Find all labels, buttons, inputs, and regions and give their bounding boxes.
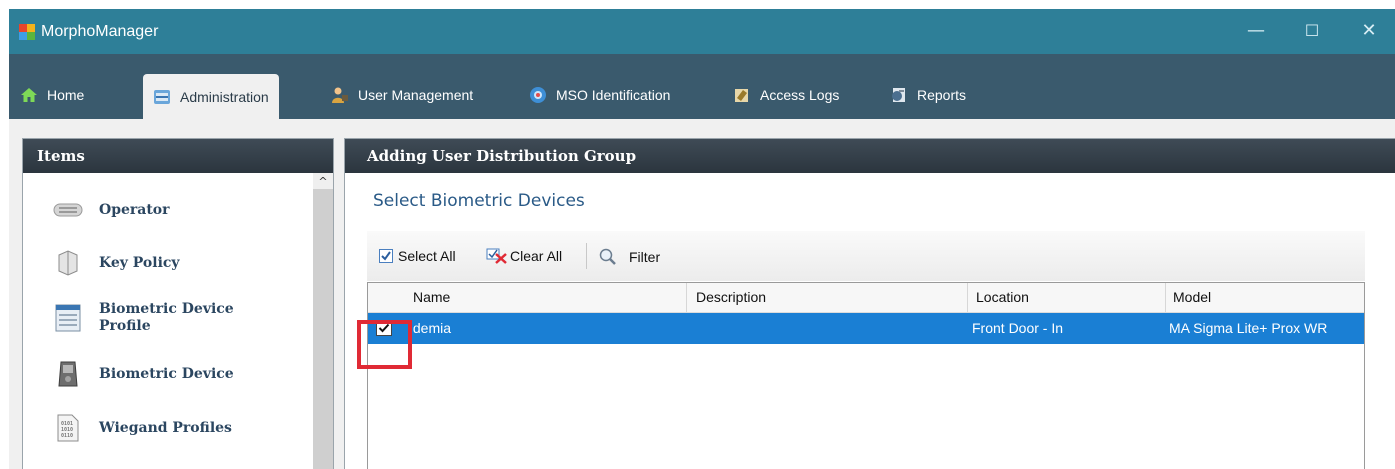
clear-all-label: Clear All [510, 248, 563, 264]
list-item-biometric-device-profile-label: Biometric Device Profile [99, 301, 234, 334]
list-item-operator-label: Operator [99, 202, 170, 218]
title-bar: MorphoManager — ☐ ✕ [9, 9, 1395, 54]
grid-header: Name Description Location Model [368, 283, 1364, 313]
scroll-up-button[interactable]: ^ [313, 173, 333, 189]
home-icon [21, 88, 37, 102]
tab-access-logs[interactable]: Access Logs [733, 80, 839, 110]
tab-user-management[interactable]: User Management [331, 80, 473, 110]
cell-location: Front Door - In [972, 320, 1064, 336]
list-item-biometric-device-label: Biometric Device [99, 366, 234, 382]
tab-administration[interactable]: Administration [143, 74, 279, 119]
column-header-description[interactable]: Description [692, 283, 766, 312]
tab-reports-label: Reports [917, 87, 967, 103]
cell-model: MA Sigma Lite+ Prox WR [1169, 320, 1328, 336]
main-tab-bar: Home Administration User Management MSO … [9, 54, 1395, 119]
adding-group-header: Adding User Distribution Group [345, 139, 1395, 173]
toolbar-divider [586, 243, 587, 269]
select-all-button[interactable]: Select All [379, 248, 456, 264]
list-item-wiegand-profiles[interactable]: 0101 1010 0110 Wiegand Profiles [53, 413, 232, 443]
biometric-device-profile-icon [55, 304, 81, 332]
clear-all-button[interactable]: Clear All [486, 248, 562, 264]
filter-button[interactable]: Filter [599, 248, 660, 266]
tab-user-management-label: User Management [358, 87, 474, 103]
items-panel-header: Items [23, 139, 333, 173]
cell-name: Idemia [409, 320, 452, 336]
mso-identification-icon [530, 87, 546, 103]
close-button[interactable]: ✕ [1349, 17, 1389, 47]
device-toolbar: Select All Clear All Filter [367, 231, 1365, 281]
tab-home[interactable]: Home [20, 80, 84, 110]
key-policy-icon [58, 250, 78, 276]
search-icon [599, 248, 616, 265]
column-divider [1165, 283, 1166, 312]
list-item-biometric-device-profile[interactable]: Biometric Device Profile [53, 301, 234, 335]
select-all-label: Select All [398, 248, 456, 264]
highlight-annotation-box [357, 320, 412, 369]
list-item-key-policy-label: Key Policy [99, 255, 180, 271]
column-header-model[interactable]: Model [1169, 283, 1211, 312]
filter-label: Filter [629, 249, 661, 265]
list-item-operator[interactable]: Operator [53, 195, 170, 225]
items-scrollbar[interactable]: ^ [313, 173, 333, 469]
maximize-button[interactable]: ☐ [1292, 17, 1332, 47]
tab-access-logs-label: Access Logs [760, 87, 840, 103]
tab-mso-identification[interactable]: MSO Identification [529, 80, 670, 110]
tab-home-label: Home [47, 87, 85, 103]
clear-all-icon [486, 248, 507, 264]
user-management-icon [332, 87, 348, 103]
app-window: MorphoManager — ☐ ✕ Home Administration … [9, 9, 1395, 469]
biometric-device-icon [58, 361, 78, 387]
svg-text:0110: 0110 [61, 433, 73, 439]
wiegand-profiles-icon: 010110100110 [57, 414, 79, 442]
items-panel: Items Operator Key Policy Biometric Devi… [22, 138, 334, 469]
content-area: Items Operator Key Policy Biometric Devi… [9, 119, 1395, 469]
column-header-name[interactable]: Name [409, 283, 450, 312]
column-header-location[interactable]: Location [972, 283, 1029, 312]
devices-grid: Name Description Location Model Idemia F… [367, 282, 1365, 469]
list-item-biometric-device[interactable]: Biometric Device [53, 359, 234, 389]
list-item-key-policy[interactable]: Key Policy [53, 248, 180, 278]
administration-icon [154, 89, 170, 104]
morphomanager-logo-icon [19, 24, 35, 40]
tab-reports[interactable]: Reports [890, 80, 966, 110]
reports-icon [892, 88, 905, 102]
column-divider [686, 283, 687, 312]
minimize-button[interactable]: — [1236, 17, 1276, 47]
adding-group-panel: Adding User Distribution Group Select Bi… [344, 138, 1395, 469]
checkbox-checked-icon [379, 249, 393, 263]
operator-icon [53, 203, 83, 217]
access-logs-icon [735, 89, 748, 102]
window-title: MorphoManager [41, 23, 159, 40]
table-row[interactable]: Idemia Front Door - In MA Sigma Lite+ Pr… [368, 313, 1364, 344]
list-item-wiegand-profiles-label: Wiegand Profiles [99, 420, 232, 436]
tab-mso-identification-label: MSO Identification [556, 87, 671, 103]
section-title: Select Biometric Devices [373, 191, 585, 211]
tab-administration-label: Administration [180, 88, 269, 105]
column-divider [967, 283, 968, 312]
